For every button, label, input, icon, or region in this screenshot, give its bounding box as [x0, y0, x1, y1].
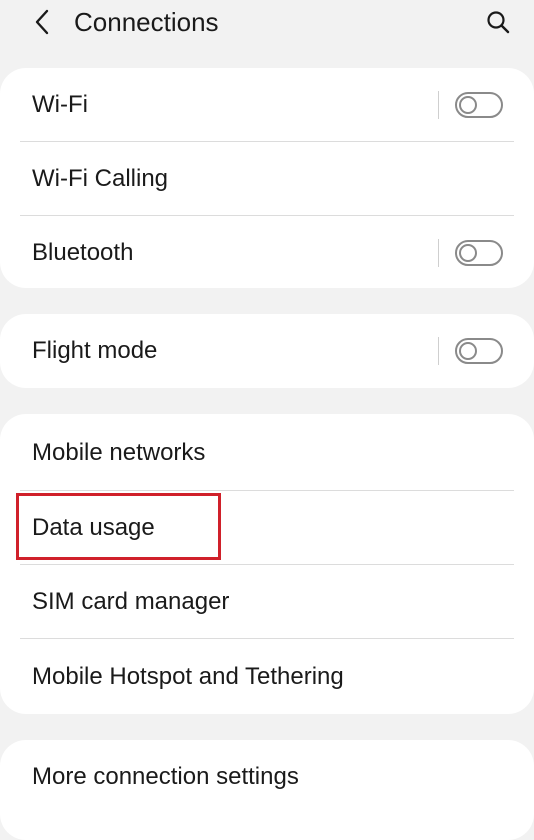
- flight-mode-label: Flight mode: [32, 337, 158, 364]
- more-connection-settings-label: More connection settings: [32, 763, 299, 790]
- mobile-networks-label: Mobile networks: [32, 439, 206, 466]
- app-header: Connections: [0, 0, 534, 44]
- search-icon: [487, 11, 510, 34]
- bluetooth-label: Bluetooth: [32, 239, 134, 266]
- sim-card-manager-label: SIM card manager: [32, 588, 230, 615]
- sim-card-manager-row[interactable]: SIM card manager: [0, 565, 534, 639]
- back-button[interactable]: [26, 6, 58, 38]
- toggle-divider: [438, 91, 439, 119]
- wifi-calling-row[interactable]: Wi-Fi Calling: [0, 142, 534, 216]
- mobile-networks-row[interactable]: Mobile networks: [0, 414, 534, 491]
- flight-mode-row[interactable]: Flight mode: [0, 314, 534, 388]
- flight-mode-toggle[interactable]: [455, 338, 503, 364]
- highlight-box: [16, 493, 221, 560]
- bluetooth-toggle[interactable]: [455, 240, 503, 266]
- toggle-knob: [459, 244, 477, 262]
- bluetooth-row[interactable]: Bluetooth: [0, 216, 534, 290]
- search-button[interactable]: [482, 6, 514, 38]
- page-title: Connections: [74, 7, 219, 37]
- more-connection-settings-row[interactable]: More connection settings: [0, 740, 534, 814]
- toggle-knob: [459, 96, 477, 114]
- settings-group-wireless: Wi-Fi Wi-Fi Calling Bluetooth: [0, 68, 534, 288]
- toggle-divider: [438, 337, 439, 365]
- wifi-calling-label: Wi-Fi Calling: [32, 165, 169, 192]
- wifi-toggle[interactable]: [455, 92, 503, 118]
- settings-group-more: More connection settings: [0, 740, 534, 840]
- toggle-divider: [438, 239, 439, 267]
- mobile-hotspot-label: Mobile Hotspot and Tethering: [32, 663, 344, 690]
- settings-group-mobile: Mobile networks Data usage SIM card mana…: [0, 414, 534, 714]
- wifi-label: Wi-Fi: [32, 91, 88, 118]
- mobile-hotspot-row[interactable]: Mobile Hotspot and Tethering: [0, 639, 534, 714]
- chevron-left-icon: [35, 9, 49, 35]
- wifi-row[interactable]: Wi-Fi: [0, 68, 534, 142]
- toggle-knob: [459, 342, 477, 360]
- settings-group-flight: Flight mode: [0, 314, 534, 388]
